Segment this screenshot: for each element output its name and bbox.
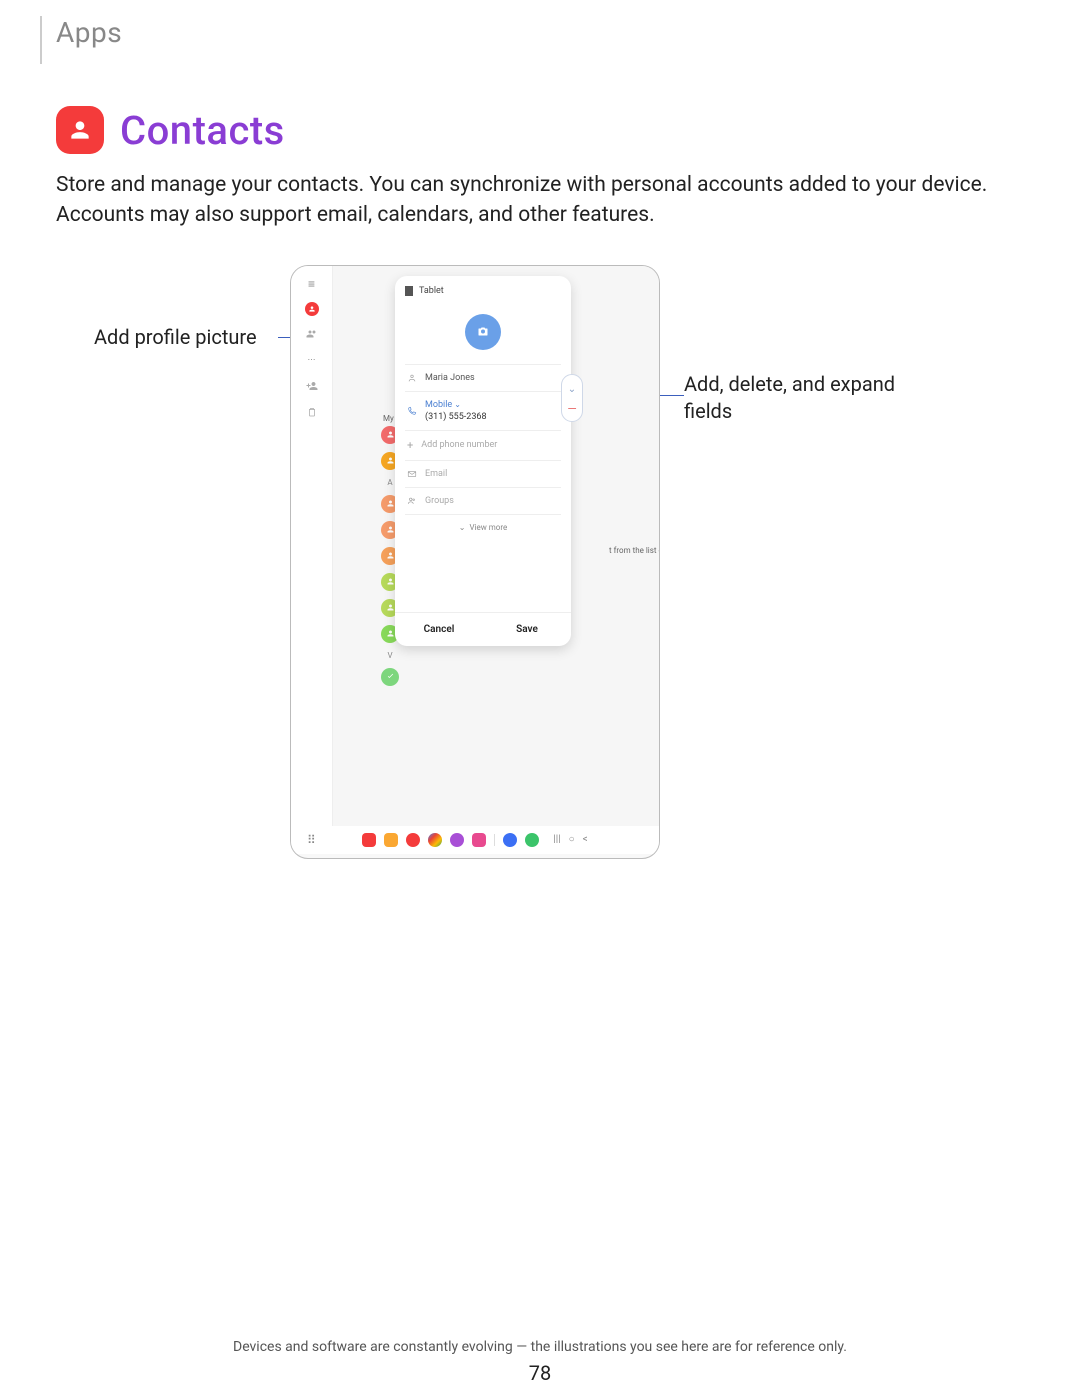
screenshot-figure: Add profile picture Add, delete, and exp… — [56, 265, 1024, 905]
dock-app-1[interactable] — [362, 833, 376, 847]
tablet-icon — [405, 286, 413, 296]
add-contact-icon[interactable] — [304, 378, 320, 394]
back-button[interactable]: < — [583, 834, 588, 845]
footer-note: Devices and software are constantly evol… — [0, 1339, 1080, 1355]
chevron-down-icon: ⌄ — [454, 400, 461, 409]
tablet-frame: ≡ ⋯ My profile AV t from the list on — [290, 265, 660, 859]
dots-sep: ⋯ — [304, 352, 320, 368]
email-label: Email — [425, 469, 447, 479]
dock-app-chrome[interactable] — [428, 833, 442, 847]
storage-row[interactable]: Tablet — [405, 286, 561, 296]
phone-type: Mobile — [425, 400, 452, 410]
menu-icon[interactable]: ≡ — [304, 276, 320, 292]
home-button[interactable]: ○ — [569, 834, 575, 845]
contacts-app-icon — [56, 106, 104, 154]
background-hint: t from the list on left. — [609, 546, 660, 555]
callout-add-picture: Add profile picture — [94, 325, 257, 349]
app-sidebar: ≡ ⋯ — [291, 266, 333, 828]
cancel-button[interactable]: Cancel — [395, 613, 483, 646]
page-number: 78 — [0, 1361, 1080, 1385]
name-field[interactable]: Maria Jones — [405, 364, 561, 391]
delete-field-button[interactable]: — — [567, 406, 576, 412]
view-more-row[interactable]: ⌄View more — [405, 514, 561, 540]
phone-field[interactable]: Mobile⌄ (311) 555-2368 — [405, 391, 561, 430]
add-phone-label: Add phone number — [421, 440, 497, 450]
groups-icon[interactable] — [304, 326, 320, 342]
dock-app-3[interactable] — [406, 833, 420, 847]
add-phone-row[interactable]: + Add phone number — [405, 430, 561, 460]
recents-button[interactable]: ||| — [553, 834, 560, 845]
view-more-label: View more — [469, 523, 507, 532]
breadcrumb: Apps — [56, 16, 122, 49]
trash-icon[interactable] — [304, 404, 320, 420]
dock-app-8[interactable] — [525, 833, 539, 847]
field-controls-pill: ⌄ — — [561, 374, 583, 422]
save-button[interactable]: Save — [483, 613, 571, 646]
contacts-icon-small[interactable] — [305, 302, 319, 316]
plus-icon: + — [407, 439, 413, 452]
page-description: Store and manage your contacts. You can … — [56, 170, 1024, 231]
dock-divider — [494, 834, 495, 846]
letter-divider: V — [381, 651, 399, 660]
phone-number: (311) 555-2368 — [425, 412, 487, 422]
groups-field[interactable]: Groups — [405, 487, 561, 514]
page-title: Contacts — [120, 107, 285, 154]
contact-avatar[interactable] — [381, 668, 399, 686]
edit-contact-card: ⌄ — Tablet Maria Jones Mobile⌄ — [395, 276, 571, 646]
groups-label: Groups — [425, 496, 454, 506]
callout-expand-fields: Add, delete, and expand fields — [684, 371, 904, 425]
name-value: Maria Jones — [425, 373, 475, 383]
profile-picture-button[interactable] — [465, 314, 501, 350]
storage-label: Tablet — [419, 286, 444, 296]
dock-app-2[interactable] — [384, 833, 398, 847]
dock-app-5[interactable] — [450, 833, 464, 847]
dock-app-6[interactable] — [472, 833, 486, 847]
email-field[interactable]: Email — [405, 460, 561, 487]
chevron-down-icon: ⌄ — [459, 523, 466, 532]
app-dock: ⠿ ||| ○ < — [291, 826, 659, 854]
expand-field-button[interactable]: ⌄ — [568, 384, 576, 395]
dock-app-7[interactable] — [503, 833, 517, 847]
apps-grid-icon[interactable]: ⠿ — [307, 833, 314, 847]
